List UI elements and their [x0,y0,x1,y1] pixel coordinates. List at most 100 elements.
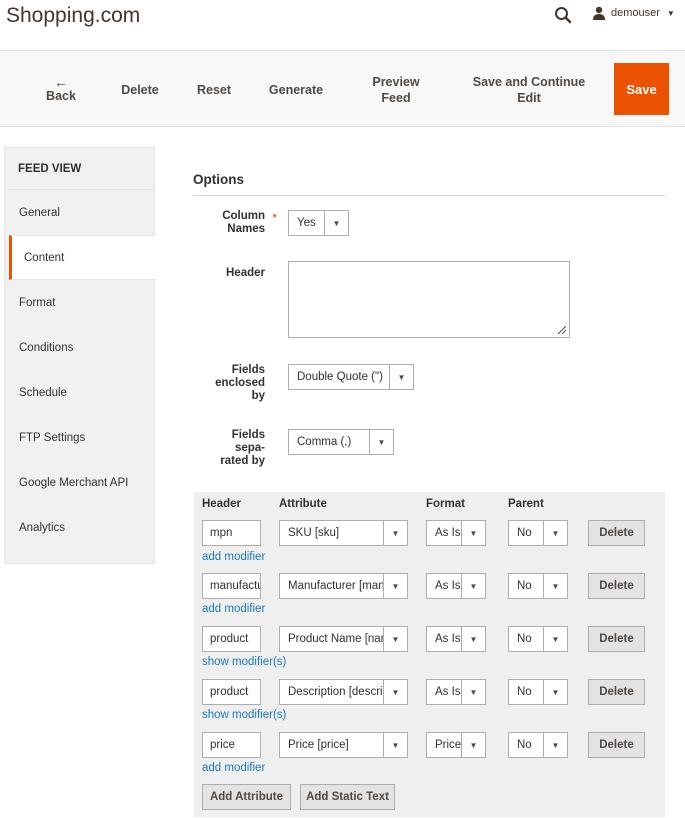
row-format-value: As Is [435,633,461,645]
sidebar-item-format[interactable]: Format [5,280,154,325]
fields-separated-label-3: rated by [220,455,265,467]
row-modifier-link[interactable]: add modifier [202,762,265,774]
back-button[interactable]: ← Back [40,51,82,128]
generate-label: Generate [268,82,324,97]
row-header-input[interactable]: mpn [202,520,261,546]
save-continue-label-1: Save and Continue [472,74,586,89]
sidebar-item-ftp-settings[interactable]: FTP Settings [5,415,154,460]
search-icon[interactable] [554,6,572,24]
feed-view-sidebar: FEED VIEW General Content Format Conditi… [4,147,155,564]
column-names-label-1: Column [222,210,265,222]
chevron-down-icon: ▼ [324,211,348,235]
header-textarea[interactable] [288,261,570,338]
chevron-down-icon: ▼ [383,733,407,757]
chevron-down-icon: ▼ [461,521,485,545]
sidebar-item-content[interactable]: Content [9,235,155,280]
column-names-value: Yes [297,217,316,229]
chevron-down-icon: ▼ [383,680,407,704]
row-parent-select[interactable]: No ▼ [508,626,568,652]
sidebar-item-conditions[interactable]: Conditions [5,325,154,370]
user-menu[interactable]: demouser ▼ [592,6,675,20]
sidebar-item-general[interactable]: General [5,190,154,235]
row-header-input[interactable]: product [202,626,261,652]
fields-separated-select[interactable]: Comma (,) ▼ [288,429,394,455]
row-modifier-link[interactable]: add modifier [202,551,265,563]
chevron-down-icon: ▼ [461,733,485,757]
row-modifier-link[interactable]: add modifier [202,603,265,615]
delete-button[interactable]: Delete [112,51,168,128]
chevron-down-icon: ▼ [383,574,407,598]
row-header-input[interactable]: product [202,679,261,705]
row-attribute-select[interactable]: Manufacturer [manufacturer] ▼ [279,573,408,599]
fields-enclosed-value: Double Quote (") [297,371,383,383]
chevron-down-icon: ▼ [543,680,567,704]
row-attribute-value: Manufacturer [manufacturer] [288,580,383,592]
chevron-down-icon: ▼ [389,365,413,389]
save-button[interactable]: Save [614,63,669,115]
row-format-select[interactable]: As Is ▼ [426,626,486,652]
row-delete-button[interactable]: Delete [588,626,645,652]
row-parent-value: No [517,633,532,645]
row-parent-select[interactable]: No ▼ [508,679,568,705]
row-delete-button[interactable]: Delete [588,679,645,705]
row-attribute-value: Price [price] [288,739,349,751]
fields-enclosed-select[interactable]: Double Quote (") ▼ [288,364,414,390]
reset-button[interactable]: Reset [188,51,240,128]
page-title: Shopping.com [6,4,141,27]
generate-button[interactable]: Generate [260,51,332,128]
grid-header-header: Header [202,498,241,510]
row-parent-value: No [517,739,532,751]
column-names-label: Column Names * [192,210,277,236]
fields-separated-label-1: Fields [231,429,265,441]
row-attribute-value: Product Name [name] [288,633,383,645]
chevron-down-icon: ▼ [666,8,675,18]
row-header-input[interactable]: manufacturer [202,573,261,599]
row-header-input[interactable]: price [202,732,261,758]
fields-separated-value: Comma (,) [297,436,352,448]
grid-header-attribute: Attribute [279,498,327,510]
row-attribute-select[interactable]: Price [price] ▼ [279,732,408,758]
add-attribute-button[interactable]: Add Attribute [202,784,291,810]
column-names-label-2: Names [227,223,265,235]
row-format-select[interactable]: As Is ▼ [426,573,486,599]
fields-separated-label: Fields sepa- rated by [192,429,265,468]
row-attribute-select[interactable]: Product Name [name] ▼ [279,626,408,652]
chevron-down-icon: ▼ [461,627,485,651]
fields-enclosed-label-2: enclosed [215,377,265,389]
row-format-value: As Is [435,580,461,592]
row-parent-value: No [517,527,532,539]
row-delete-button[interactable]: Delete [588,732,645,758]
column-names-select[interactable]: Yes ▼ [288,210,349,236]
resize-grip-icon[interactable] [558,326,566,334]
row-attribute-select[interactable]: Description [description] ▼ [279,679,408,705]
preview-feed-button[interactable]: Preview Feed [362,51,430,128]
sidebar-item-schedule[interactable]: Schedule [5,370,154,415]
save-continue-label-2: Edit [517,90,541,105]
row-parent-select[interactable]: No ▼ [508,573,568,599]
sidebar-title: FEED VIEW [5,148,154,190]
row-delete-button[interactable]: Delete [588,520,645,546]
options-title: Options [193,172,244,187]
header-label: Header [226,267,265,279]
row-attribute-select[interactable]: SKU [sku] ▼ [279,520,408,546]
row-format-select[interactable]: As Is ▼ [426,679,486,705]
row-parent-select[interactable]: No ▼ [508,732,568,758]
row-attribute-value: Description [description] [288,686,383,698]
chevron-down-icon: ▼ [543,574,567,598]
row-modifier-link[interactable]: show modifier(s) [202,656,286,668]
chevron-down-icon: ▼ [543,733,567,757]
top-bar: Shopping.com demouser ▼ [0,0,685,48]
chevron-down-icon: ▼ [543,627,567,651]
sidebar-item-analytics[interactable]: Analytics [5,505,154,550]
sidebar-item-google-merchant-api[interactable]: Google Merchant API [5,460,154,505]
row-modifier-link[interactable]: show modifier(s) [202,709,286,721]
row-format-select[interactable]: As Is ▼ [426,520,486,546]
add-static-text-button[interactable]: Add Static Text [300,784,395,810]
required-mark: * [272,213,277,225]
row-parent-value: No [517,686,532,698]
row-format-select[interactable]: Price ▼ [426,732,486,758]
row-parent-select[interactable]: No ▼ [508,520,568,546]
row-delete-button[interactable]: Delete [588,573,645,599]
chevron-down-icon: ▼ [543,521,567,545]
save-and-continue-button[interactable]: Save and Continue Edit [462,51,596,128]
